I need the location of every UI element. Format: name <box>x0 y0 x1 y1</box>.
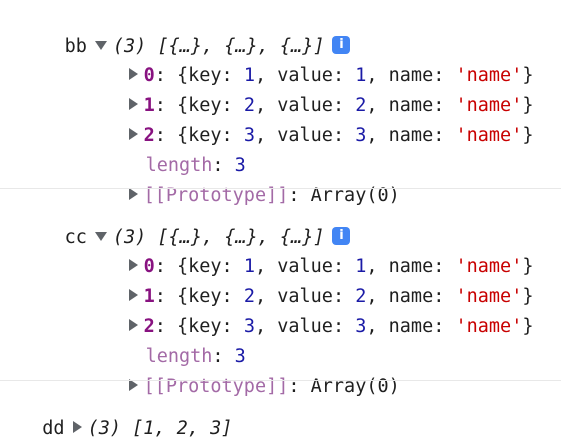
expand-right-icon[interactable] <box>72 421 82 433</box>
prop-name-value: 'name' <box>455 316 523 337</box>
array-item-row[interactable]: 2: {key: 3, value: 3, name: 'name'} <box>84 100 533 146</box>
prop-value-label: value <box>277 125 333 146</box>
array-summary-row[interactable]: cc (3) [{…}, {…}, {…}] i <box>20 202 351 248</box>
array-item-row[interactable]: 0: {key: 1, value: 1, name: 'name'} <box>84 231 533 277</box>
console-divider <box>0 380 561 381</box>
prop-name-label: name <box>388 316 434 337</box>
console-divider <box>0 188 561 189</box>
prototype-row[interactable]: [[Prototype]]: Array(0) <box>84 351 400 397</box>
expand-right-icon[interactable] <box>128 188 138 200</box>
console-entry-dd[interactable]: dd (3) [1, 2, 3] <box>20 393 232 439</box>
array-preview: [1, 2, 3] <box>132 418 233 439</box>
array-item-row[interactable]: 2: {key: 3, value: 3, name: 'name'} <box>84 291 533 337</box>
length-row: length: 3 <box>145 155 246 176</box>
prop-name-label: name <box>388 125 434 146</box>
length-row: length: 3 <box>145 346 246 367</box>
prop-value-label: value <box>277 316 333 337</box>
variable-name: dd <box>42 418 65 439</box>
array-item-row[interactable]: 0: {key: 1, value: 1, name: 'name'} <box>84 40 533 86</box>
prop-value-value: 3 <box>355 125 367 146</box>
array-item-row[interactable]: 1: {key: 2, value: 2, name: 'name'} <box>84 70 533 116</box>
array-item-row[interactable]: 1: {key: 2, value: 2, name: 'name'} <box>84 261 533 307</box>
array-count: (3) <box>87 418 121 439</box>
array-summary-row[interactable]: bb (3) [{…}, {…}, {…}] i <box>20 11 351 57</box>
prop-name-value: 'name' <box>455 125 523 146</box>
prototype-row[interactable]: [[Prototype]]: Array(0) <box>84 160 400 206</box>
prop-value-value: 3 <box>355 316 367 337</box>
